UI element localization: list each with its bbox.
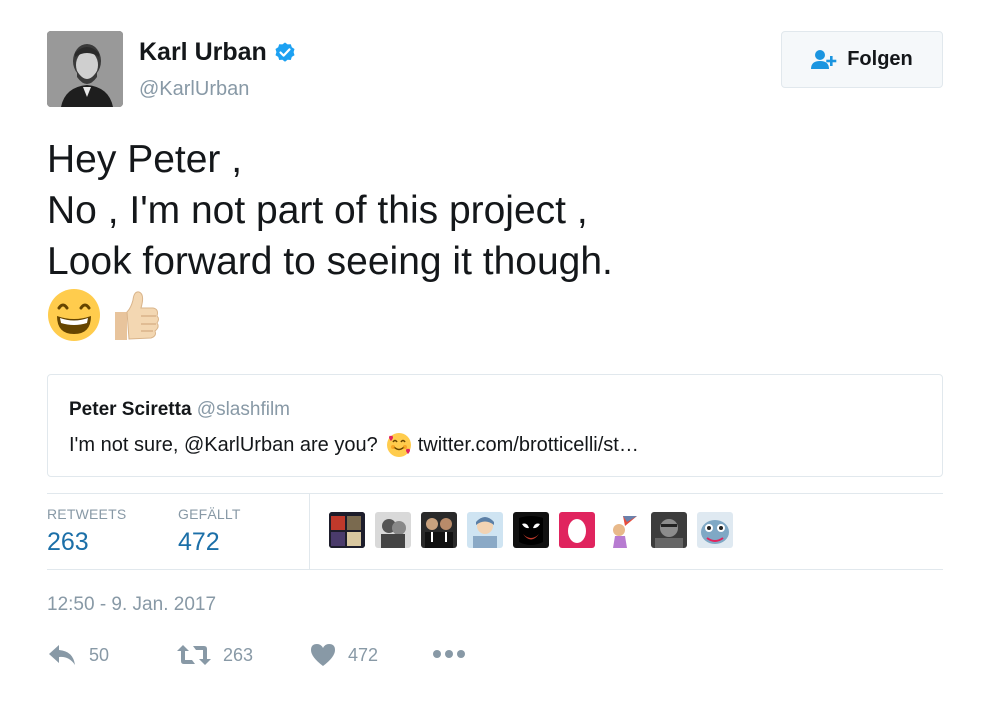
reply-icon (49, 645, 75, 665)
like-count: 472 (348, 644, 379, 665)
tweet-line: Hey Peter , (47, 138, 243, 181)
quoted-tweet[interactable]: Peter Sciretta @slashfilm I'm not sure, … (47, 374, 943, 477)
retweets-label: RETWEETS (47, 506, 127, 522)
user-handle[interactable]: @KarlUrban (139, 78, 249, 101)
verified-badge-icon (275, 42, 295, 62)
tweet-line: Look forward to seeing it though. (47, 240, 613, 283)
liker-avatar[interactable] (375, 512, 411, 548)
divider (47, 569, 943, 570)
liker-avatars (329, 512, 743, 548)
more-options-icon[interactable] (432, 648, 466, 660)
reply-button[interactable]: 50 (47, 643, 109, 667)
liker-avatar[interactable] (651, 512, 687, 548)
stats-divider (309, 494, 310, 569)
liker-avatar[interactable] (329, 512, 365, 548)
grinning-face-emoji-icon (48, 289, 100, 341)
tweet-text: Hey Peter , No , I'm not part of this pr… (47, 134, 613, 287)
quoted-link[interactable]: twitter.com/brotticelli/st… (418, 434, 639, 457)
divider (47, 493, 943, 494)
quoted-text: I'm not sure, @KarlUrban are you? twitte… (69, 432, 639, 458)
like-button[interactable]: 472 (310, 643, 378, 667)
quoted-author-handle: @slashfilm (196, 399, 290, 420)
liker-avatar[interactable] (467, 512, 503, 548)
liker-avatar[interactable] (559, 512, 595, 548)
quoted-author: Peter Sciretta @slashfilm (69, 399, 290, 421)
quoted-text-body: I'm not sure, @KarlUrban are you? (69, 433, 378, 456)
reply-count: 50 (89, 644, 110, 665)
add-user-icon (811, 49, 837, 69)
retweets-count[interactable]: 263 (47, 528, 89, 557)
follow-button[interactable]: Folgen (781, 31, 943, 88)
user-name[interactable]: Karl Urban (139, 38, 267, 67)
liker-avatar[interactable] (697, 512, 733, 548)
timestamp[interactable]: 12:50 - 9. Jan. 2017 (47, 594, 216, 616)
liker-avatar[interactable] (605, 512, 641, 548)
smiling-face-hearts-emoji-icon (386, 433, 411, 457)
thumbs-up-emoji-icon (115, 291, 159, 340)
liker-avatar[interactable] (513, 512, 549, 548)
user-name-row[interactable]: Karl Urban (139, 38, 297, 67)
avatar[interactable] (47, 31, 123, 107)
likes-label: GEFÄLLT (178, 506, 241, 522)
retweet-icon (177, 645, 211, 665)
retweet-count: 263 (223, 644, 254, 665)
retweet-button[interactable]: 263 (177, 643, 253, 667)
heart-icon (311, 644, 335, 666)
follow-button-label: Folgen (847, 48, 913, 70)
tweet-line: No , I'm not part of this project , (47, 189, 588, 232)
quoted-author-name: Peter Sciretta (69, 399, 192, 420)
likes-count[interactable]: 472 (178, 528, 220, 557)
liker-avatar[interactable] (421, 512, 457, 548)
